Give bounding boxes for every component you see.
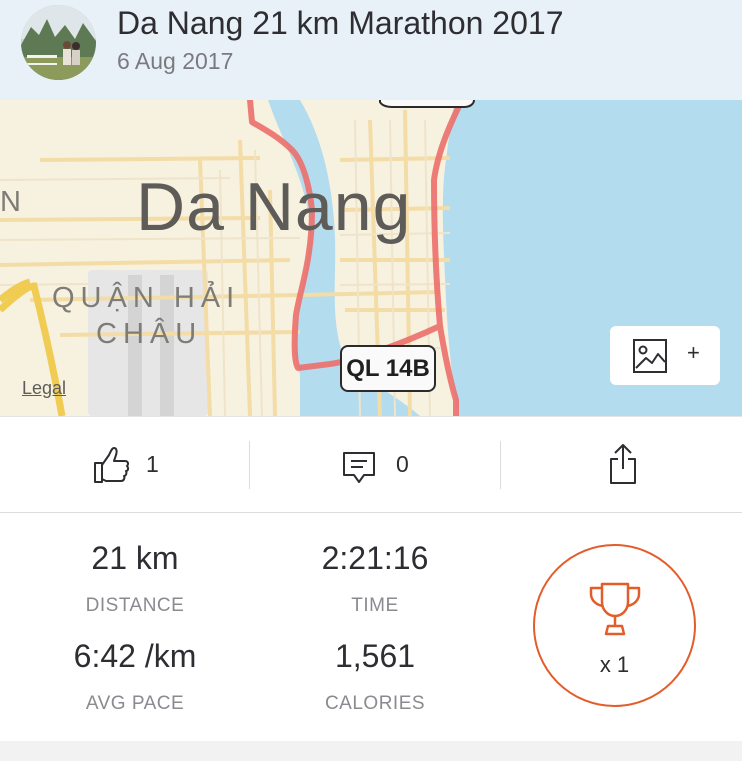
distance-label: DISTANCE — [85, 595, 185, 616]
map-edge-label: N — [0, 186, 21, 218]
route-map[interactable]: Da Nang QUẬN HẢI CHÂU N QL 14B Legal + — [0, 100, 742, 416]
pace-label: AVG PACE — [85, 693, 185, 714]
activity-header: Da Nang 21 km Marathon 2017 6 Aug 2017 — [0, 0, 742, 100]
time-label: TIME — [351, 595, 399, 616]
activity-date: 6 Aug 2017 — [117, 48, 234, 74]
legal-link[interactable]: Legal — [22, 378, 66, 399]
add-photo-plus: + — [687, 340, 700, 365]
footer-band — [0, 741, 742, 761]
calories-label: CALORIES — [324, 693, 426, 714]
avatar[interactable] — [21, 5, 96, 80]
share-icon — [610, 444, 636, 484]
comment-count: 0 — [396, 451, 409, 477]
social-actions-bar: 1 0 — [0, 416, 742, 513]
map-city-label: Da Nang — [136, 169, 412, 245]
activity-title[interactable]: Da Nang 21 km Marathon 2017 — [117, 5, 563, 42]
calories-value: 1,561 — [334, 638, 416, 674]
trophy-icon — [589, 582, 641, 636]
comment-icon — [343, 452, 375, 483]
share-button[interactable] — [501, 417, 742, 513]
achievements-count: x 1 — [599, 652, 630, 677]
time-value: 2:21:16 — [321, 540, 429, 576]
add-photo-button[interactable]: + — [610, 326, 720, 385]
kudos-button[interactable]: 1 — [0, 417, 248, 513]
distance-value: 21 km — [91, 540, 179, 576]
photo-icon — [633, 339, 667, 373]
comment-button[interactable]: 0 — [250, 417, 500, 513]
road-shield: QL 14B — [340, 345, 436, 392]
thumbs-up-icon — [94, 447, 130, 483]
pace-value: 6:42 /km — [73, 638, 197, 674]
kudos-count: 1 — [146, 451, 159, 477]
map-district-label: QUẬN HẢI — [52, 282, 241, 314]
map-district-label-2: CHÂU — [96, 318, 203, 350]
achievements-badge[interactable]: x 1 — [533, 544, 696, 707]
